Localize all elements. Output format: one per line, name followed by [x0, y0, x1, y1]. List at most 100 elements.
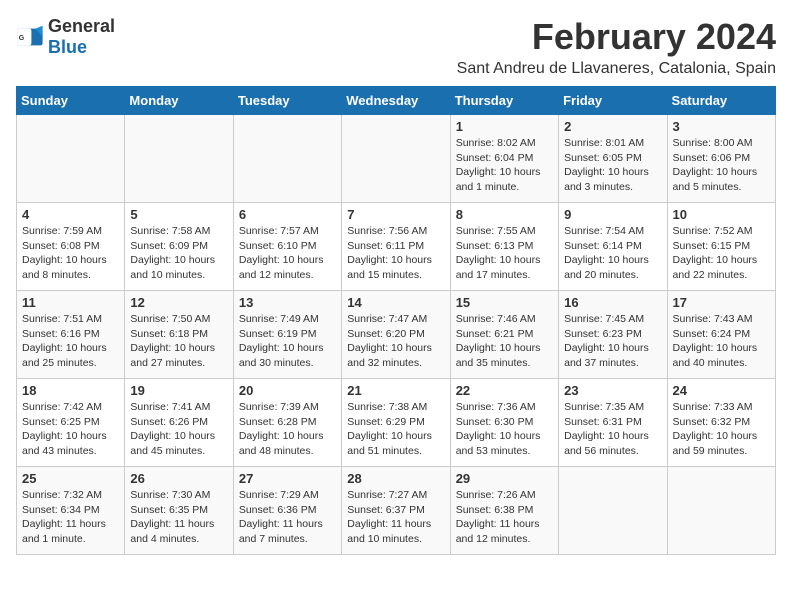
- logo: G General Blue: [16, 16, 115, 58]
- day-info: Sunrise: 7:41 AM Sunset: 6:26 PM Dayligh…: [130, 400, 227, 459]
- day-number: 6: [239, 207, 336, 222]
- day-number: 19: [130, 383, 227, 398]
- calendar-cell: [233, 115, 341, 203]
- day-info: Sunrise: 8:02 AM Sunset: 6:04 PM Dayligh…: [456, 136, 553, 195]
- day-number: 12: [130, 295, 227, 310]
- day-info: Sunrise: 7:36 AM Sunset: 6:30 PM Dayligh…: [456, 400, 553, 459]
- day-info: Sunrise: 8:00 AM Sunset: 6:06 PM Dayligh…: [673, 136, 770, 195]
- day-info: Sunrise: 7:39 AM Sunset: 6:28 PM Dayligh…: [239, 400, 336, 459]
- day-info: Sunrise: 7:47 AM Sunset: 6:20 PM Dayligh…: [347, 312, 444, 371]
- day-info: Sunrise: 7:26 AM Sunset: 6:38 PM Dayligh…: [456, 488, 553, 547]
- calendar-cell: 9 Sunrise: 7:54 AM Sunset: 6:14 PM Daylig…: [559, 203, 667, 291]
- calendar-cell: 17 Sunrise: 7:43 AM Sunset: 6:24 PM Dayli…: [667, 291, 775, 379]
- day-number: 17: [673, 295, 770, 310]
- day-number: 15: [456, 295, 553, 310]
- day-number: 9: [564, 207, 661, 222]
- day-number: 20: [239, 383, 336, 398]
- day-number: 21: [347, 383, 444, 398]
- calendar-cell: 11 Sunrise: 7:51 AM Sunset: 6:16 PM Dayli…: [17, 291, 125, 379]
- day-info: Sunrise: 7:38 AM Sunset: 6:29 PM Dayligh…: [347, 400, 444, 459]
- logo-blue: Blue: [48, 37, 87, 57]
- column-header-monday: Monday: [125, 87, 233, 115]
- column-header-friday: Friday: [559, 87, 667, 115]
- day-number: 5: [130, 207, 227, 222]
- day-number: 7: [347, 207, 444, 222]
- month-title: February 2024: [457, 16, 776, 58]
- calendar-cell: 13 Sunrise: 7:49 AM Sunset: 6:19 PM Dayli…: [233, 291, 341, 379]
- calendar-cell: 10 Sunrise: 7:52 AM Sunset: 6:15 PM Dayli…: [667, 203, 775, 291]
- calendar-cell: 25Sunrise: 7:32 AM Sunset: 6:34 PM Dayli…: [17, 467, 125, 555]
- title-area: February 2024 Sant Andreu de Llavaneres,…: [457, 16, 776, 78]
- day-info: Sunrise: 7:52 AM Sunset: 6:15 PM Dayligh…: [673, 224, 770, 283]
- day-info: Sunrise: 7:45 AM Sunset: 6:23 PM Dayligh…: [564, 312, 661, 371]
- day-number: 3: [673, 119, 770, 134]
- calendar-cell: 1 Sunrise: 8:02 AM Sunset: 6:04 PM Daylig…: [450, 115, 558, 203]
- calendar-cell: 6 Sunrise: 7:57 AM Sunset: 6:10 PM Daylig…: [233, 203, 341, 291]
- calendar-cell: [667, 467, 775, 555]
- day-number: 4: [22, 207, 119, 222]
- day-info: Sunrise: 7:33 AM Sunset: 6:32 PM Dayligh…: [673, 400, 770, 459]
- day-info: Sunrise: 7:32 AM Sunset: 6:34 PM Dayligh…: [22, 488, 119, 547]
- day-info: Sunrise: 7:59 AM Sunset: 6:08 PM Dayligh…: [22, 224, 119, 283]
- day-info: Sunrise: 7:57 AM Sunset: 6:10 PM Dayligh…: [239, 224, 336, 283]
- calendar-cell: 24Sunrise: 7:33 AM Sunset: 6:32 PM Dayli…: [667, 379, 775, 467]
- calendar-cell: 16Sunrise: 7:45 AM Sunset: 6:23 PM Dayli…: [559, 291, 667, 379]
- calendar-cell: 18 Sunrise: 7:42 AM Sunset: 6:25 PM Dayli…: [17, 379, 125, 467]
- calendar-table: SundayMondayTuesdayWednesdayThursdayFrid…: [16, 86, 776, 555]
- day-number: 1: [456, 119, 553, 134]
- logo-general: General: [48, 16, 115, 36]
- day-info: Sunrise: 7:42 AM Sunset: 6:25 PM Dayligh…: [22, 400, 119, 459]
- calendar-cell: 8 Sunrise: 7:55 AM Sunset: 6:13 PM Daylig…: [450, 203, 558, 291]
- day-info: Sunrise: 7:55 AM Sunset: 6:13 PM Dayligh…: [456, 224, 553, 283]
- calendar-cell: [559, 467, 667, 555]
- calendar-cell: 7Sunrise: 7:56 AM Sunset: 6:11 PM Daylig…: [342, 203, 450, 291]
- day-info: Sunrise: 7:27 AM Sunset: 6:37 PM Dayligh…: [347, 488, 444, 547]
- calendar-cell: 5Sunrise: 7:58 AM Sunset: 6:09 PM Daylig…: [125, 203, 233, 291]
- day-number: 11: [22, 295, 119, 310]
- calendar-row: 18 Sunrise: 7:42 AM Sunset: 6:25 PM Dayli…: [17, 379, 776, 467]
- calendar-cell: [342, 115, 450, 203]
- day-number: 29: [456, 471, 553, 486]
- day-number: 8: [456, 207, 553, 222]
- column-header-thursday: Thursday: [450, 87, 558, 115]
- calendar-row: 25Sunrise: 7:32 AM Sunset: 6:34 PM Dayli…: [17, 467, 776, 555]
- header: G General Blue February 2024 Sant Andreu…: [16, 16, 776, 78]
- column-header-tuesday: Tuesday: [233, 87, 341, 115]
- day-info: Sunrise: 7:54 AM Sunset: 6:14 PM Dayligh…: [564, 224, 661, 283]
- calendar-cell: 27Sunrise: 7:29 AM Sunset: 6:36 PM Dayli…: [233, 467, 341, 555]
- column-header-saturday: Saturday: [667, 87, 775, 115]
- day-info: Sunrise: 7:49 AM Sunset: 6:19 PM Dayligh…: [239, 312, 336, 371]
- calendar-cell: 28 Sunrise: 7:27 AM Sunset: 6:37 PM Dayli…: [342, 467, 450, 555]
- calendar-cell: 3 Sunrise: 8:00 AM Sunset: 6:06 PM Daylig…: [667, 115, 775, 203]
- calendar-cell: 19 Sunrise: 7:41 AM Sunset: 6:26 PM Dayli…: [125, 379, 233, 467]
- day-info: Sunrise: 7:50 AM Sunset: 6:18 PM Dayligh…: [130, 312, 227, 371]
- calendar-row: 4 Sunrise: 7:59 AM Sunset: 6:08 PM Daylig…: [17, 203, 776, 291]
- day-info: Sunrise: 7:43 AM Sunset: 6:24 PM Dayligh…: [673, 312, 770, 371]
- day-number: 18: [22, 383, 119, 398]
- day-info: Sunrise: 7:51 AM Sunset: 6:16 PM Dayligh…: [22, 312, 119, 371]
- column-header-wednesday: Wednesday: [342, 87, 450, 115]
- day-number: 28: [347, 471, 444, 486]
- location-subtitle: Sant Andreu de Llavaneres, Catalonia, Sp…: [457, 60, 776, 78]
- calendar-cell: 22Sunrise: 7:36 AM Sunset: 6:30 PM Dayli…: [450, 379, 558, 467]
- day-number: 23: [564, 383, 661, 398]
- day-number: 10: [673, 207, 770, 222]
- calendar-cell: 15 Sunrise: 7:46 AM Sunset: 6:21 PM Dayli…: [450, 291, 558, 379]
- calendar-cell: 26 Sunrise: 7:30 AM Sunset: 6:35 PM Dayli…: [125, 467, 233, 555]
- day-number: 26: [130, 471, 227, 486]
- svg-text:G: G: [19, 35, 25, 42]
- day-number: 13: [239, 295, 336, 310]
- day-info: Sunrise: 7:29 AM Sunset: 6:36 PM Dayligh…: [239, 488, 336, 547]
- calendar-row: 11 Sunrise: 7:51 AM Sunset: 6:16 PM Dayli…: [17, 291, 776, 379]
- day-info: Sunrise: 7:30 AM Sunset: 6:35 PM Dayligh…: [130, 488, 227, 547]
- calendar-header-row: SundayMondayTuesdayWednesdayThursdayFrid…: [17, 87, 776, 115]
- column-header-sunday: Sunday: [17, 87, 125, 115]
- calendar-cell: 29 Sunrise: 7:26 AM Sunset: 6:38 PM Dayli…: [450, 467, 558, 555]
- day-info: Sunrise: 7:46 AM Sunset: 6:21 PM Dayligh…: [456, 312, 553, 371]
- calendar-cell: [17, 115, 125, 203]
- day-number: 14: [347, 295, 444, 310]
- day-number: 2: [564, 119, 661, 134]
- calendar-cell: 12 Sunrise: 7:50 AM Sunset: 6:18 PM Dayli…: [125, 291, 233, 379]
- day-info: Sunrise: 8:01 AM Sunset: 6:05 PM Dayligh…: [564, 136, 661, 195]
- calendar-cell: 21 Sunrise: 7:38 AM Sunset: 6:29 PM Dayli…: [342, 379, 450, 467]
